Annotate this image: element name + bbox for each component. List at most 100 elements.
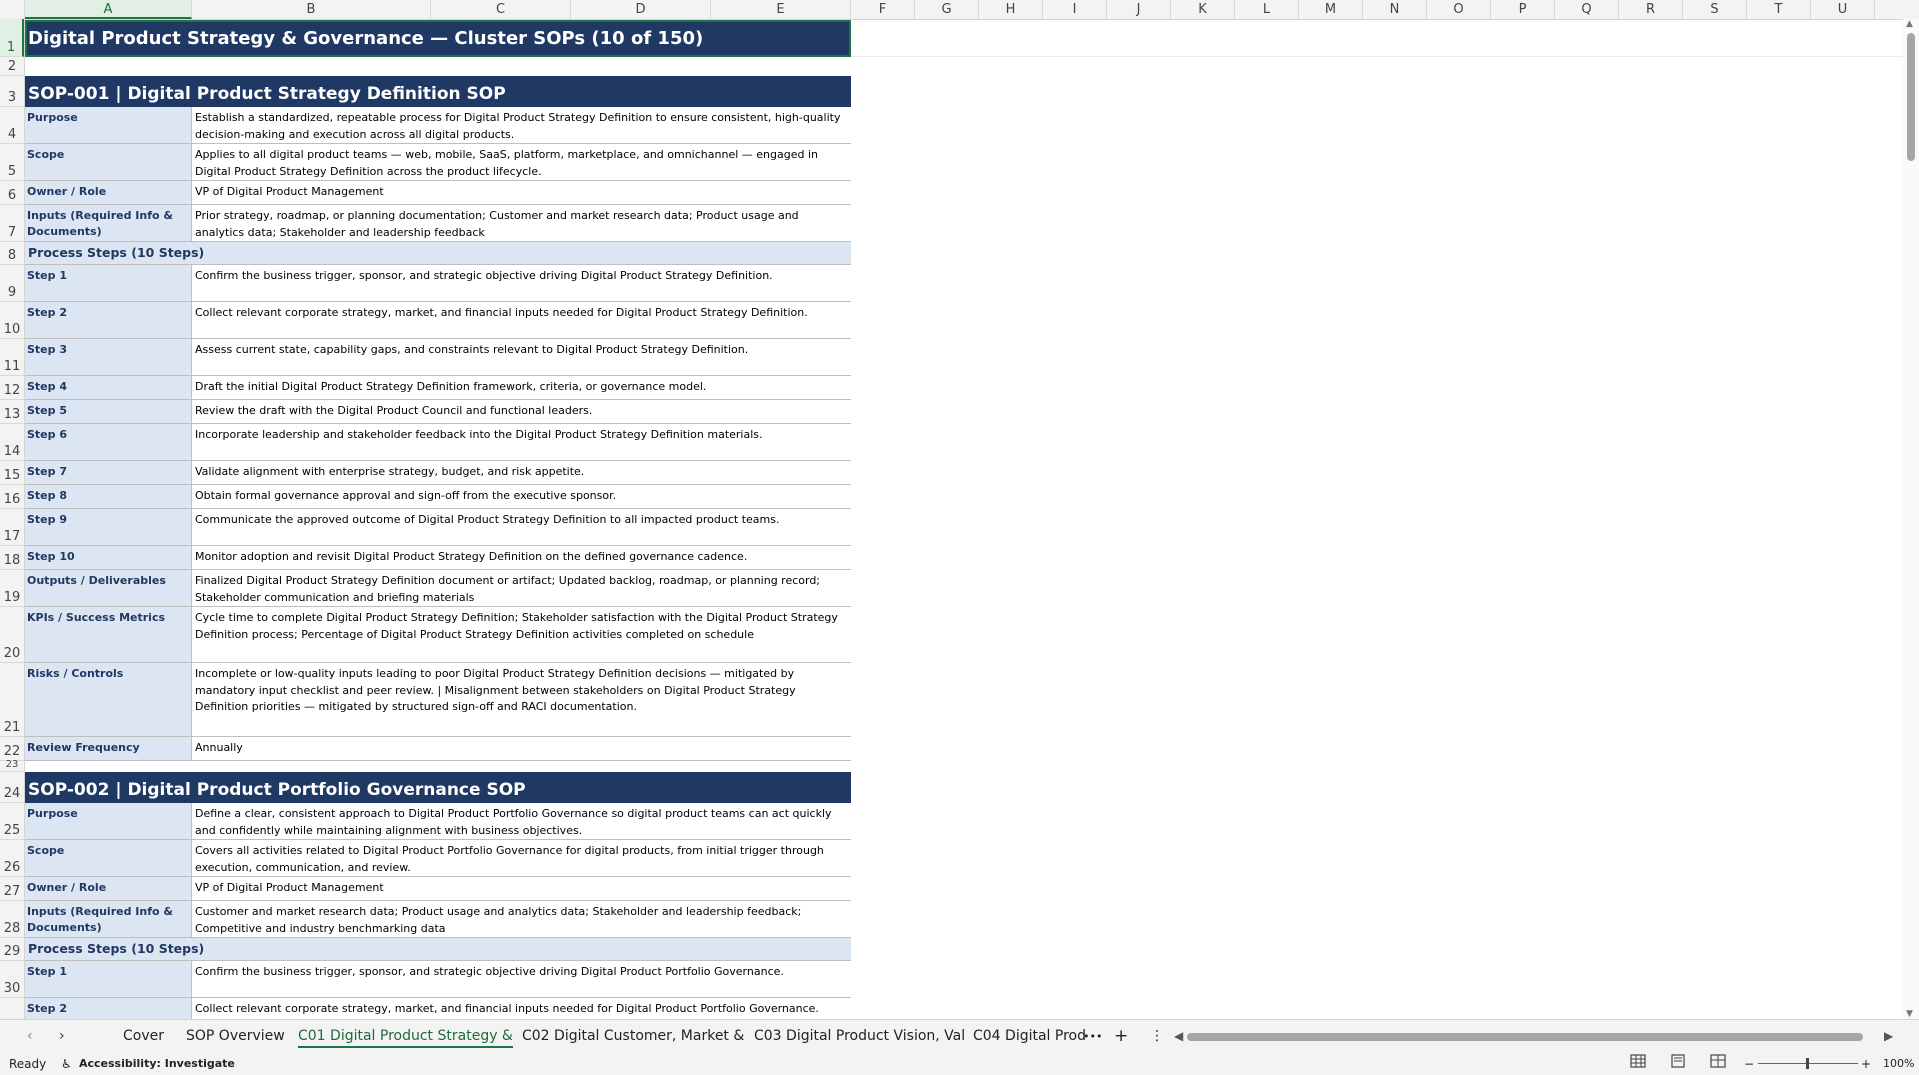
row-header[interactable]: 25 [0,803,24,840]
vertical-scroll-thumb[interactable] [1907,33,1915,161]
step-row[interactable]: Step 1 Confirm the business trigger, spo… [25,961,851,998]
step-text[interactable]: Monitor adoption and revisit Digital Pro… [192,546,851,569]
more-tabs-icon[interactable]: ••• [1083,1020,1102,1053]
column-header-E[interactable]: E [711,0,851,19]
step-row[interactable]: Step 6 Incorporate leadership and stakeh… [25,424,851,461]
tab-c01[interactable]: C01 Digital Product Strategy & [298,1020,513,1053]
column-header-L[interactable]: L [1235,0,1299,19]
row-header[interactable]: 4 [0,107,24,144]
step-text[interactable]: Confirm the business trigger, sponsor, a… [192,265,851,301]
zoom-out-icon[interactable]: − [1744,1057,1754,1071]
page-layout-view-icon[interactable] [1670,1054,1686,1071]
sop-row-purpose[interactable]: Purpose Define a clear, consistent appro… [25,803,851,840]
row-header[interactable]: 18 [0,546,24,570]
column-header-A[interactable]: A [25,0,192,19]
column-header-P[interactable]: P [1491,0,1555,19]
column-header-Q[interactable]: Q [1555,0,1619,19]
row-header[interactable]: 10 [0,302,24,339]
tab-c04[interactable]: C04 Digital Prod [973,1020,1086,1053]
field-value[interactable]: VP of Digital Product Management [192,877,851,900]
row-header[interactable]: 27 [0,877,24,901]
step-text[interactable]: Obtain formal governance approval and si… [192,485,851,508]
row-header[interactable]: 14 [0,424,24,461]
vertical-scrollbar[interactable]: ▲ ▼ [1903,19,1919,1019]
column-header-I[interactable]: I [1043,0,1107,19]
step-row[interactable]: Step 7 Validate alignment with enterpris… [25,461,851,485]
worksheet-grid[interactable]: Digital Product Strategy & Governance — … [25,20,1903,1019]
field-value[interactable]: VP of Digital Product Management [192,181,851,204]
row-header[interactable]: 20 [0,607,24,663]
field-value[interactable]: Applies to all digital product teams — w… [192,144,851,180]
row-header[interactable]: 12 [0,376,24,400]
add-sheet-icon[interactable]: + [1114,1020,1128,1053]
row-header[interactable]: 8 [0,242,24,265]
sop-row-inputs[interactable]: Inputs (Required Info & Documents) Custo… [25,901,851,938]
row-header[interactable]: 3 [0,76,24,107]
sop-row-purpose[interactable]: Purpose Establish a standardized, repeat… [25,107,851,144]
field-value[interactable]: Finalized Digital Product Strategy Defin… [192,570,851,606]
column-header-D[interactable]: D [571,0,711,19]
step-text[interactable]: Collect relevant corporate strategy, mar… [192,998,851,1019]
sop-row-risks[interactable]: Risks / Controls Incomplete or low-quali… [25,663,851,737]
field-value[interactable]: Prior strategy, roadmap, or planning doc… [192,205,851,241]
column-header-B[interactable]: B [192,0,431,19]
zoom-slider-handle[interactable] [1806,1058,1809,1069]
sheet-title-cell[interactable]: Digital Product Strategy & Governance — … [25,20,851,57]
step-row[interactable]: Step 3 Assess current state, capability … [25,339,851,376]
field-value[interactable]: Define a clear, consistent approach to D… [192,803,851,839]
step-row[interactable]: Step 2 Collect relevant corporate strate… [25,998,851,1019]
horizontal-scrollbar[interactable] [1175,1033,1875,1041]
step-row[interactable]: Step 5 Review the draft with the Digital… [25,400,851,424]
column-header-J[interactable]: J [1107,0,1171,19]
step-row[interactable]: Step 4 Draft the initial Digital Product… [25,376,851,400]
column-header-N[interactable]: N [1363,0,1427,19]
normal-view-icon[interactable] [1630,1054,1646,1071]
hscroll-right-icon[interactable]: ▶ [1884,1020,1893,1053]
column-header-T[interactable]: T [1747,0,1811,19]
step-row[interactable]: Step 1 Confirm the business trigger, spo… [25,265,851,302]
row-header[interactable]: 26 [0,840,24,877]
sop-row-scope[interactable]: Scope Applies to all digital product tea… [25,144,851,181]
sop-row-outputs[interactable]: Outputs / Deliverables Finalized Digital… [25,570,851,607]
tab-options-icon[interactable]: ⋮ [1150,1020,1164,1053]
column-header-M[interactable]: M [1299,0,1363,19]
step-text[interactable]: Confirm the business trigger, sponsor, a… [192,961,851,997]
tab-scroll-left-icon[interactable]: ‹ [27,1020,33,1053]
select-all-corner[interactable] [0,0,25,19]
column-header-U[interactable]: U [1811,0,1875,19]
row-header[interactable]: 13 [0,400,24,424]
row-header[interactable]: 31 [0,998,24,1019]
scroll-down-icon[interactable]: ▼ [1906,1009,1913,1019]
sop-header-band[interactable]: SOP-002 | Digital Product Portfolio Gove… [25,772,851,803]
page-break-view-icon[interactable] [1710,1054,1726,1071]
row-header[interactable]: 28 [0,901,24,938]
sop-header-band[interactable]: SOP-001 | Digital Product Strategy Defin… [25,76,851,107]
step-text[interactable]: Review the draft with the Digital Produc… [192,400,851,423]
step-text[interactable]: Draft the initial Digital Product Strate… [192,376,851,399]
field-value[interactable]: Incomplete or low-quality inputs leading… [192,663,851,736]
zoom-level[interactable]: 100% [1883,1057,1914,1070]
row-header[interactable]: 29 [0,938,24,961]
process-steps-header[interactable]: Process Steps (10 Steps) [25,242,851,265]
column-header-G[interactable]: G [915,0,979,19]
column-header-S[interactable]: S [1683,0,1747,19]
row-header[interactable]: 2 [0,57,24,76]
accessibility-icon[interactable]: ♿ [61,1057,72,1071]
step-text[interactable]: Collect relevant corporate strategy, mar… [192,302,851,338]
row-header[interactable]: 22 [0,737,24,761]
field-value[interactable]: Customer and market research data; Produ… [192,901,851,937]
zoom-in-icon[interactable]: + [1861,1057,1871,1071]
row-header[interactable]: 21 [0,663,24,737]
accessibility-status[interactable]: Accessibility: Investigate [79,1057,235,1070]
column-header-H[interactable]: H [979,0,1043,19]
step-text[interactable]: Assess current state, capability gaps, a… [192,339,851,375]
row-header[interactable]: 7 [0,205,24,242]
field-value[interactable]: Annually [192,737,851,760]
column-header-O[interactable]: O [1427,0,1491,19]
step-text[interactable]: Incorporate leadership and stakeholder f… [192,424,851,460]
step-row[interactable]: Step 2 Collect relevant corporate strate… [25,302,851,339]
row-header[interactable]: 17 [0,509,24,546]
sop-row-kpis[interactable]: KPIs / Success Metrics Cycle time to com… [25,607,851,663]
row-header[interactable]: 19 [0,570,24,607]
sop-row-owner[interactable]: Owner / Role VP of Digital Product Manag… [25,181,851,205]
